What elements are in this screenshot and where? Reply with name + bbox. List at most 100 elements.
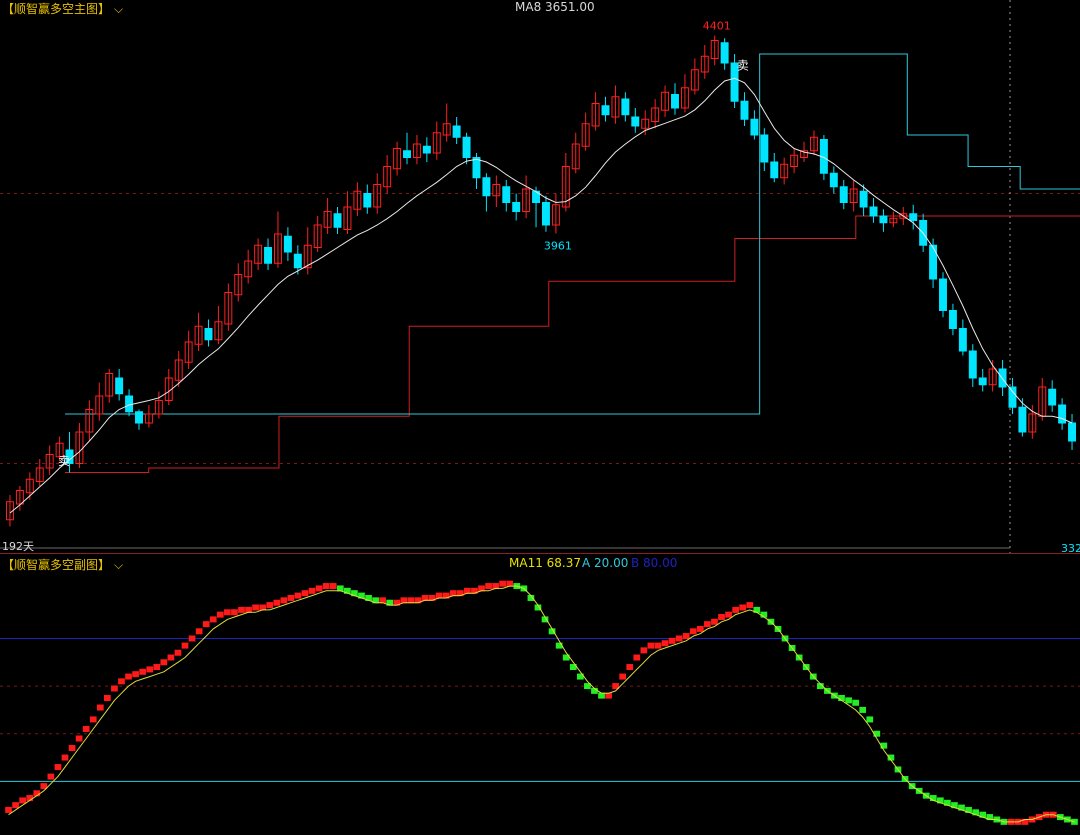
candle — [105, 369, 114, 403]
osc-bar — [216, 611, 224, 618]
candle — [621, 92, 630, 122]
candle-body — [929, 244, 938, 280]
osc-bar — [5, 806, 12, 813]
candle — [581, 112, 590, 151]
sub-chart-title[interactable]: 【顺智赢多空副图】 ⌵ — [2, 556, 123, 573]
main-chart-panel[interactable]: 4401 3961 332 卖卖 【顺智赢多空主图】 ⌵ MA8 3651.00 192… — [0, 0, 1080, 553]
osc-bar — [75, 735, 83, 742]
osc-bar — [704, 621, 711, 628]
candle — [363, 184, 372, 214]
candle-body — [1058, 404, 1067, 424]
candle — [948, 303, 957, 336]
osc-bar — [195, 628, 203, 635]
candle — [194, 312, 203, 351]
osc-bar — [111, 685, 118, 692]
candle — [1038, 378, 1047, 421]
candle — [958, 319, 967, 356]
candle — [591, 92, 600, 131]
candle — [710, 35, 719, 66]
candle — [551, 193, 560, 234]
candle-body — [293, 253, 302, 269]
ma8-line — [9, 77, 1073, 514]
candle — [720, 38, 729, 70]
candle — [879, 209, 888, 232]
sell-marker: 卖 — [58, 454, 70, 468]
candle — [164, 369, 173, 405]
candle — [780, 157, 789, 185]
candle — [135, 409, 143, 430]
osc-bar — [626, 664, 634, 671]
osc-bar — [209, 616, 217, 623]
candle — [184, 330, 193, 369]
candle — [472, 153, 481, 189]
chevron-down-icon[interactable]: ⌵ — [114, 558, 123, 573]
osc-bar — [231, 609, 238, 616]
resistance-step-line — [65, 53, 1080, 415]
candle — [889, 211, 898, 228]
candle-body — [859, 190, 868, 208]
candle — [671, 83, 679, 115]
candle — [264, 238, 273, 270]
candle-body — [1018, 406, 1027, 433]
candle — [204, 319, 213, 347]
osc-bar — [329, 583, 337, 590]
candle-body — [135, 411, 143, 424]
osc-bar — [47, 773, 55, 780]
candle-body — [760, 134, 769, 163]
candle — [651, 99, 660, 129]
candle-body — [829, 172, 838, 188]
candle-body — [939, 278, 947, 311]
candle — [214, 306, 223, 345]
osc-bar — [118, 678, 125, 685]
sub-chart-panel[interactable]: 【顺智赢多空副图】 ⌵ MA11 68.37 A 20.00 B 80.00 — [0, 553, 1080, 835]
candle — [45, 445, 54, 475]
osc-bar — [224, 609, 231, 616]
candle — [154, 391, 163, 419]
osc-bar — [640, 647, 648, 654]
osc-bar — [146, 666, 154, 673]
candle — [839, 180, 848, 210]
candle — [1018, 398, 1027, 437]
candle-body — [1048, 388, 1057, 406]
osc-bar — [675, 635, 683, 642]
candle — [273, 211, 282, 268]
osc-bar — [104, 695, 111, 701]
candle — [412, 135, 421, 165]
candle-body — [462, 136, 471, 158]
osc-bar — [661, 640, 669, 647]
osc-bar — [167, 654, 175, 661]
main-chart-svg[interactable]: 44013961332卖卖 — [0, 0, 1080, 553]
candle-body — [1008, 386, 1017, 408]
candle-body — [631, 116, 640, 127]
low-price-label: 3961 — [544, 240, 572, 253]
osc-bar — [238, 606, 245, 613]
osc-bar — [499, 580, 507, 587]
osc-bar — [696, 625, 704, 632]
candle-body — [740, 100, 749, 120]
high-price-label: 4401 — [703, 20, 731, 33]
candle-body — [452, 125, 461, 138]
sub-ma-label: MA11 68.37 — [509, 556, 581, 570]
candle — [690, 58, 699, 95]
candle — [125, 389, 134, 417]
chevron-down-icon[interactable]: ⌵ — [114, 2, 123, 17]
candle-body — [879, 215, 888, 224]
candle — [224, 283, 233, 331]
osc-bar — [202, 621, 210, 628]
candle — [333, 207, 342, 234]
candle — [522, 175, 531, 219]
osc-bar — [852, 699, 859, 706]
candle — [383, 155, 392, 194]
osc-bar — [61, 754, 69, 761]
candle-body — [621, 98, 630, 116]
main-chart-title[interactable]: 【顺智赢多空主图】 ⌵ — [2, 0, 123, 17]
candle — [482, 173, 491, 212]
sub-chart-svg[interactable] — [0, 553, 1080, 835]
sub-title-text: 【顺智赢多空副图】 — [2, 558, 111, 572]
candle — [115, 369, 124, 401]
osc-bar — [96, 704, 104, 711]
candle — [750, 110, 759, 140]
candle-body — [601, 105, 610, 116]
candle — [144, 405, 153, 428]
candle-body — [512, 202, 521, 212]
